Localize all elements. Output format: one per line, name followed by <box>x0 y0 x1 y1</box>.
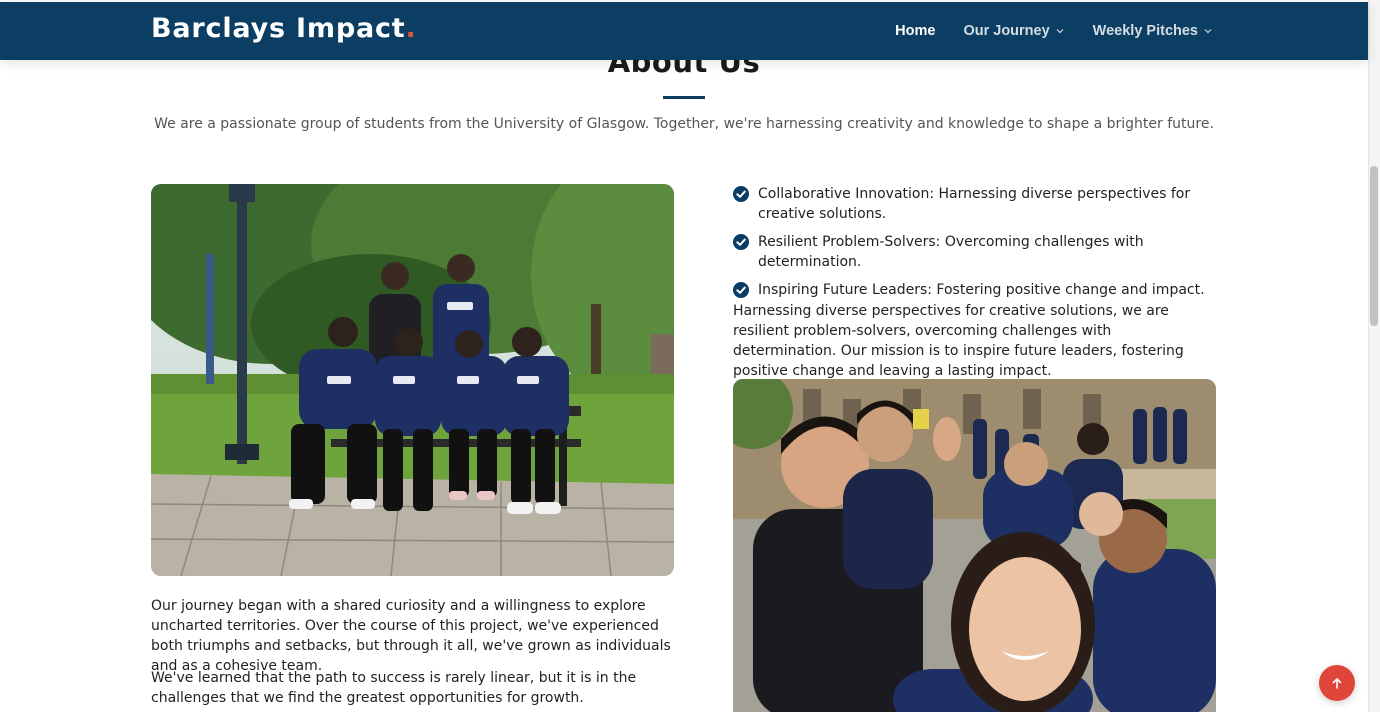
arrow-up-icon <box>1332 678 1342 689</box>
check-circle-icon <box>733 234 749 250</box>
journey-paragraph: Our journey began with a shared curiosit… <box>151 598 671 674</box>
list-item: Collaborative Innovation: Harnessing div… <box>733 184 1213 224</box>
site-header: Barclays Impact. Home Our Journey Weekly… <box>0 2 1368 60</box>
chevron-down-icon <box>1204 29 1212 34</box>
mission-paragraph: Harnessing diverse perspectives for crea… <box>733 303 1184 379</box>
values-checklist: Collaborative Innovation: Harnessing div… <box>733 184 1213 308</box>
back-to-top-button[interactable] <box>1319 665 1355 701</box>
brand-logo[interactable]: Barclays Impact. <box>151 13 417 44</box>
check-circle-icon <box>733 282 749 298</box>
team-selfie-photo <box>733 379 1216 712</box>
page-viewport: About Us We are a passionate group of st… <box>0 0 1368 712</box>
main-nav: Home Our Journey Weekly Pitches <box>895 2 1213 60</box>
nav-item-weekly-pitches[interactable]: Weekly Pitches <box>1093 23 1213 39</box>
list-item-text: Collaborative Innovation: Harnessing div… <box>758 186 1191 222</box>
list-item: Resilient Problem-Solvers: Overcoming ch… <box>733 232 1213 272</box>
list-item-text: Inspiring Future Leaders: Fostering posi… <box>758 282 1205 298</box>
nav-item-our-journey[interactable]: Our Journey <box>963 23 1064 39</box>
chevron-down-icon <box>1056 29 1064 34</box>
title-underline <box>663 96 705 99</box>
list-item-text: Resilient Problem-Solvers: Overcoming ch… <box>758 234 1144 270</box>
scrollbar-thumb[interactable] <box>1370 166 1378 326</box>
check-circle-icon <box>733 186 749 202</box>
learning-paragraph: We've learned that the path to success i… <box>151 670 637 706</box>
nav-item-home[interactable]: Home <box>895 23 935 39</box>
list-item: Inspiring Future Leaders: Fostering posi… <box>733 280 1213 300</box>
brand-name: Barclays Impact <box>151 13 406 44</box>
team-photo-park <box>151 184 674 576</box>
page-scrollbar[interactable] <box>1368 0 1380 712</box>
nav-item-label: Home <box>895 23 936 39</box>
brand-dot: . <box>405 13 417 44</box>
nav-item-label: Weekly Pitches <box>1092 23 1198 39</box>
intro-text: We are a passionate group of students fr… <box>154 116 1214 132</box>
nav-item-label: Our Journey <box>963 23 1050 39</box>
